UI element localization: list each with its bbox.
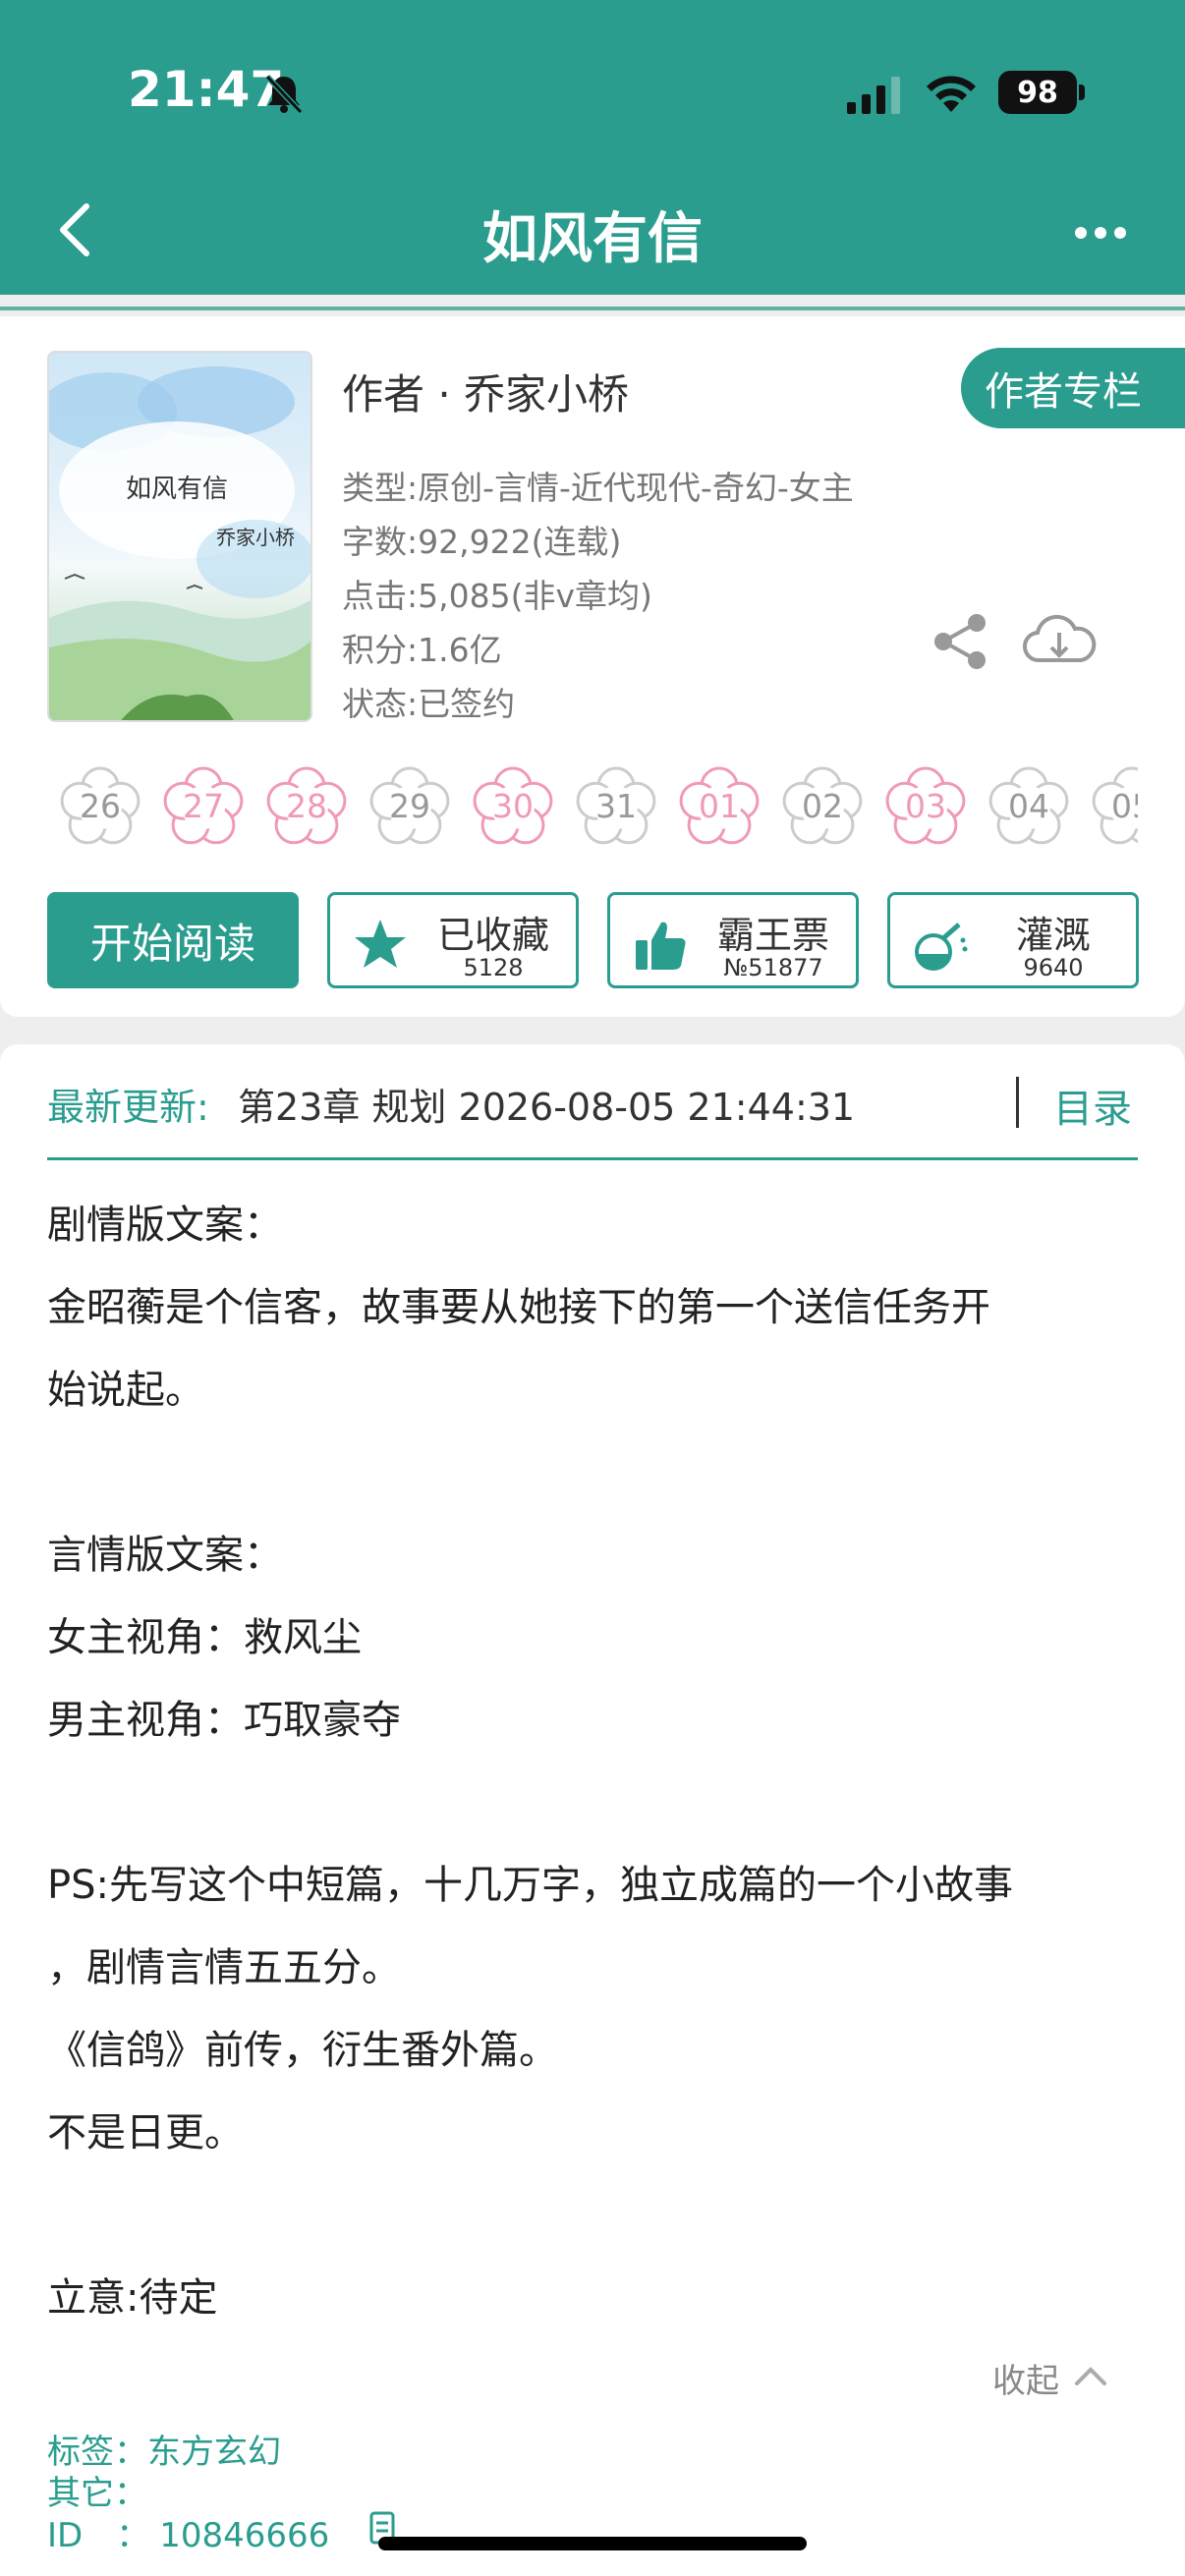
flower-day-04[interactable]: 04 [984,760,1074,851]
vote-label: 霸王票 [716,914,829,957]
water-label: 灌溉 [1015,914,1091,957]
description-line: 立意:待定 [47,2275,218,2321]
description-line: 剧情版文案： [47,1203,283,1248]
star-icon [355,920,406,968]
description-card [0,1044,1185,2576]
vote-count: №51877 [723,954,823,981]
download-cloud-icon[interactable] [1022,611,1097,670]
page-title: 如风有信 [482,207,703,271]
other-label: 其它： [47,2474,147,2513]
flower-day-label: 29 [389,786,430,825]
description-line: 言情版文案： [47,1533,283,1578]
chevron-up-icon[interactable] [1071,2360,1110,2389]
latest-update-label: 最新更新: [47,1086,209,1129]
id-label: ID ： [47,2516,150,2555]
flower-day-label: 30 [492,786,534,825]
header-divider [0,307,1185,310]
flower-day-05[interactable]: 05 [1087,760,1138,851]
flower-day-30[interactable]: 30 [468,760,558,851]
wifi-icon [927,76,976,112]
flower-day-29[interactable]: 29 [365,760,455,851]
flower-day-label: 26 [80,786,121,825]
thumbs-up-icon [636,922,686,970]
update-separator [1016,1077,1019,1128]
flower-partial [47,760,51,851]
share-icon[interactable] [930,611,992,672]
book-clicks: 点击:5,085(非v章均) [342,577,652,615]
signal-icon [847,77,900,114]
book-cover[interactable]: 如风有信 乔家小桥 [47,351,312,722]
table-of-contents-link[interactable]: 目录 [1053,1077,1132,1134]
favorite-label: 已收藏 [436,914,549,957]
vote-ticket-button[interactable]: 霸王票 №51877 [607,892,859,988]
description-line: ，剧情言情五五分。 [47,1945,401,1990]
collapse-button[interactable]: 收起 [992,2354,1059,2402]
other-row: 其它： [47,2466,147,2514]
flower-day-label: 27 [183,786,224,825]
flower-day-label: 05 [1111,786,1138,825]
battery-tip [1079,84,1085,100]
flower-day-01[interactable]: 01 [674,760,764,851]
cover-title: 如风有信 [126,475,229,504]
description-line: 女主视角：救风尘 [47,1615,362,1660]
favorite-button[interactable]: 已收藏 5128 [327,892,579,988]
description-line: 《信鸽》前传，衍生番外篇。 [47,2028,558,2073]
description-line: 男主视角：巧取豪夺 [47,1698,401,1743]
book-status: 状态:已签约 [342,685,516,723]
description-line: 不是日更。 [47,2110,244,2156]
author-name[interactable]: 作者 · 乔家小桥 [342,362,629,421]
description-line: 金昭蘅是个信客，故事要从她接下的第一个送信任务开 [47,1285,990,1330]
flower-day-label: 02 [802,786,843,825]
flower-day-31[interactable]: 31 [571,760,661,851]
flower-calendar-strip[interactable]: 26 27 28 29 30 31 01 02 03 04 05 [47,755,1138,853]
id-row: ID ： 10846666 [47,2508,329,2556]
home-indicator[interactable] [378,2537,807,2550]
description-line: PS:先写这个中短篇，十几万字，独立成篇的一个小故事 [47,1863,1013,1908]
water-count: 9640 [1023,954,1084,981]
cover-author: 乔家小桥 [216,526,295,549]
flower-day-label: 01 [699,786,740,825]
battery-indicator: 98 [998,71,1077,114]
flower-day-02[interactable]: 02 [777,760,868,851]
more-options-icon[interactable] [1071,218,1130,248]
app-header: 21:47 98 如风有信 [0,0,1185,295]
watering-icon [915,923,968,971]
flower-day-label: 28 [286,786,327,825]
book-word-count: 字数:92,922(连载) [342,523,622,561]
flower-day-26[interactable]: 26 [55,760,145,851]
id-value: 10846666 [159,2516,330,2555]
tag-link[interactable]: 东方玄幻 [147,2433,281,2472]
description-line: 始说起。 [47,1368,204,1413]
flower-day-label: 31 [595,786,637,825]
start-reading-button[interactable]: 开始阅读 [47,892,299,988]
book-type: 类型:原创-言情-近代现代-奇幻-女主 [342,469,854,507]
update-divider [47,1157,1138,1160]
favorite-count: 5128 [463,954,524,981]
bell-mute-icon [264,74,304,115]
flower-day-27[interactable]: 27 [158,760,249,851]
flower-day-28[interactable]: 28 [261,760,352,851]
flower-day-label: 04 [1008,786,1049,825]
flower-day-03[interactable]: 03 [880,760,971,851]
latest-chapter-link[interactable]: 第23章 规划 2026-08-05 21:44:31 [238,1077,855,1131]
author-column-button[interactable]: 作者专栏 [961,348,1185,428]
book-points: 积分:1.6亿 [342,631,502,669]
flower-day-label: 03 [905,786,946,825]
water-button[interactable]: 灌溉 9640 [887,892,1139,988]
